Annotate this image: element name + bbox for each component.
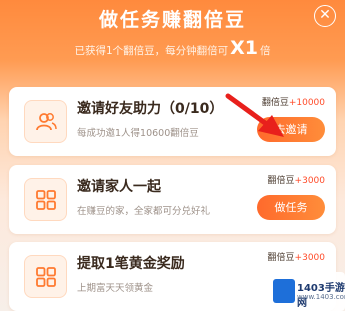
task-title: 邀请好友助力（0/10） [77, 101, 224, 117]
reward: 翻倍豆+10000 [262, 95, 325, 108]
grid-icon [24, 178, 67, 221]
task-desc: 在赚豆的家，全家都可分兑好礼 [77, 206, 211, 217]
reward-amount: +3000 [294, 253, 325, 263]
people-icon [24, 100, 67, 143]
task-card-invite-family: 邀请家人一起 在赚豆的家，全家都可分兑好礼 翻倍豆+3000 做任务 [9, 165, 336, 234]
task-card-invite-friends: 邀请好友助力（0/10） 每成功邀1人得10600翻倍豆 翻倍豆+10000 去… [9, 87, 336, 156]
page-title: 做任务赚翻倍豆 [98, 9, 246, 31]
reward-label: 翻倍豆 [261, 98, 289, 108]
header: 做任务赚翻倍豆 ✕ 已获得1个翻倍豆，每分钟翻倍可 X1 倍 [0, 0, 345, 86]
reward-amount: +3000 [294, 176, 325, 186]
task-desc: 每成功邀1人得10600翻倍豆 [77, 128, 199, 139]
subtitle: 已获得1个翻倍豆，每分钟翻倍可 X1 倍 [0, 37, 345, 59]
grid-icon [24, 255, 67, 298]
task-desc: 上期富天天领黄金 [77, 283, 154, 294]
reward-amount: +10000 [288, 98, 325, 108]
subtitle-suffix: 倍 [260, 45, 271, 57]
do-task-button[interactable]: 做任务 [257, 195, 325, 220]
invite-button[interactable]: 去邀请 [257, 117, 325, 142]
reward-label: 翻倍豆 [267, 176, 295, 186]
multiplier: X1 [230, 37, 259, 59]
reward: 翻倍豆+3000 [268, 250, 325, 263]
close-icon[interactable]: ✕ [314, 5, 336, 27]
logo-icon [273, 279, 295, 303]
task-title: 邀请家人一起 [77, 179, 161, 195]
watermark-logo: 1403手游网 www.1403.com [270, 272, 345, 311]
task-title: 提取1笔黄金奖励 [77, 256, 185, 272]
watermark-sub: www.1403.com [297, 293, 345, 301]
subtitle-text: 已获得1个翻倍豆，每分钟翻倍可 [74, 45, 229, 57]
reward-label: 翻倍豆 [267, 253, 295, 263]
reward: 翻倍豆+3000 [268, 173, 325, 186]
